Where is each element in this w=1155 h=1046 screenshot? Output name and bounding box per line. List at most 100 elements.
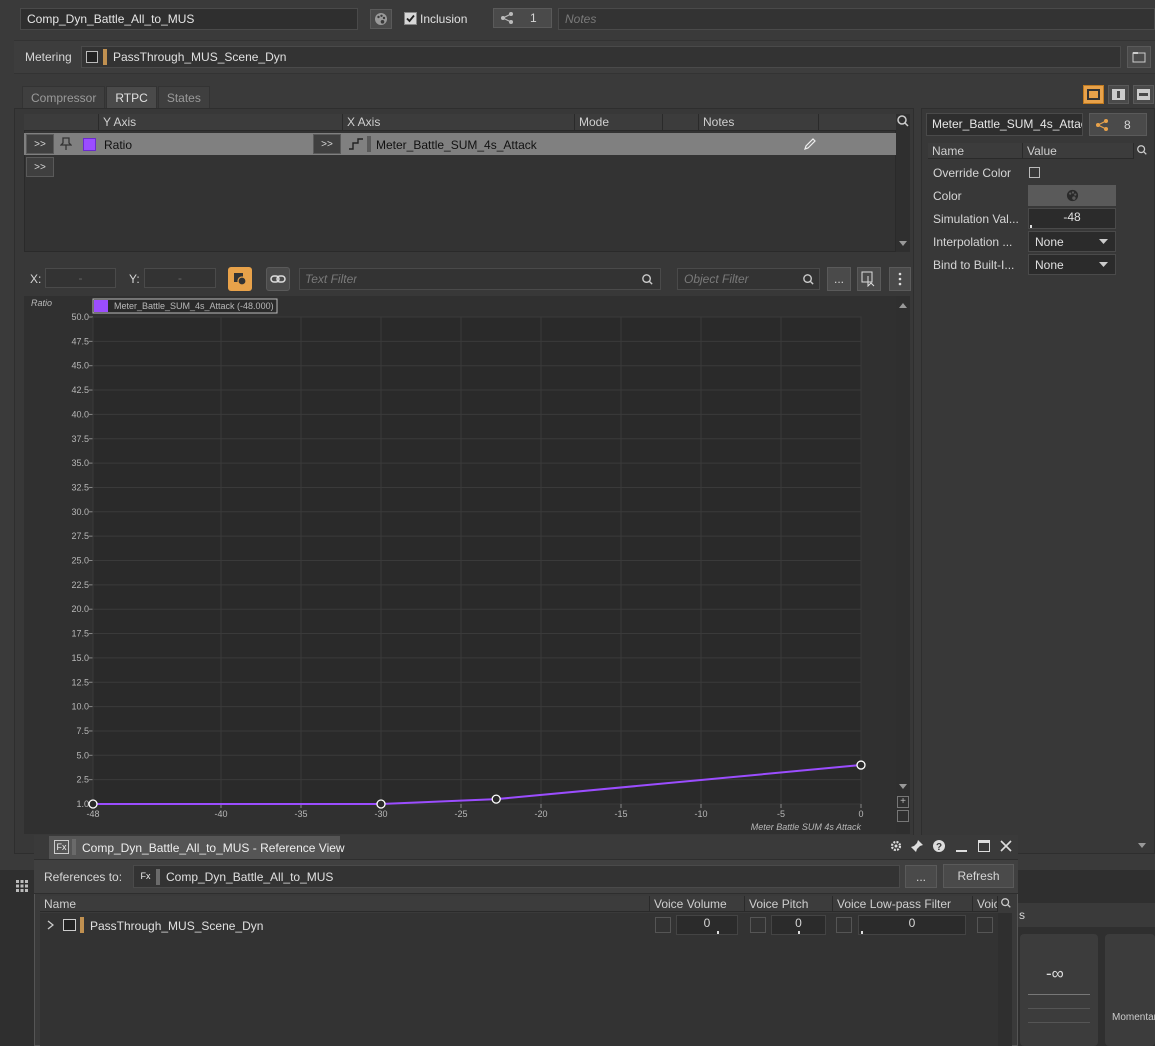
pin-icon[interactable] [60,137,72,151]
override-color-checkbox[interactable] [1029,167,1040,178]
graph-area[interactable]: 50.0 47.5 45.0 42.5 40.0 37.5 35.0 32.5 30.0 27.5… [24,296,896,834]
layout-single-button[interactable] [1083,85,1104,104]
expand-y-button[interactable]: >> [26,134,54,154]
interpolation-dropdown[interactable]: None [1028,231,1116,252]
header-notes[interactable]: Notes [699,114,819,130]
curve-point[interactable] [856,760,866,770]
reference-view-tab[interactable]: Fx Comp_Dyn_Battle_All_to_MUS - Referenc… [49,836,345,859]
y-coord-field[interactable]: - [144,268,216,288]
color-picker-button[interactable] [1028,185,1116,206]
link-icon [270,275,286,283]
zoom-in-icon[interactable]: + [897,796,909,808]
object-filter-input[interactable]: Object Filter [677,268,820,290]
curve-point[interactable] [491,794,501,804]
text-filter-placeholder: Text Filter [305,272,358,286]
header-mode[interactable]: Mode [575,114,663,130]
prop-header-name[interactable]: Name [928,143,1023,158]
lpf-link-icon[interactable] [836,917,852,933]
ref-header-name[interactable]: Name [40,896,650,911]
color-palette-button[interactable] [370,9,392,29]
pitch-link-icon[interactable] [750,917,766,933]
browse-button[interactable] [1127,46,1151,68]
layout-stack-icon [1137,89,1150,100]
snap-toggle-button[interactable] [228,267,252,291]
link-button[interactable] [266,267,290,291]
rtpc-references-button[interactable]: 8 [1089,113,1147,136]
inclusion-checkbox[interactable] [404,12,417,25]
volume-link-icon[interactable] [655,917,671,933]
text-filter-input[interactable]: Text Filter [299,268,661,290]
expand-empty-button[interactable]: >> [26,157,54,177]
reference-scrollbar[interactable] [998,913,1012,1046]
ref-header-voice-cut[interactable]: Voic [973,896,998,911]
tab-states[interactable]: States [157,86,210,108]
simulation-value: -48 [1063,210,1081,224]
references-field[interactable]: Fx Comp_Dyn_Battle_All_to_MUS [133,865,900,888]
x-coord-field[interactable]: - [45,268,116,288]
search-icon[interactable] [896,114,910,128]
y-tick-label: 47.5 [71,336,89,346]
graph-scroll-down-icon[interactable] [898,783,908,791]
y-param-label: Ratio [104,138,133,152]
chevron-right-icon[interactable] [47,920,54,930]
bind-builtin-dropdown[interactable]: None [1028,254,1116,275]
graph-scrollbar[interactable]: + [896,296,910,834]
metering-field[interactable]: PassThrough_MUS_Scene_Dyn [81,46,1121,68]
y-tick-label: 45.0 [71,361,89,371]
voice-lpf-tick [861,931,863,934]
properties-scroll-down-icon[interactable] [1137,842,1147,850]
ref-header-voice-volume[interactable]: Voice Volume [650,896,745,911]
zoom-out-icon[interactable] [897,810,909,822]
layout-split-icon [1112,89,1125,100]
share-icon [501,12,513,24]
voice-cut-link-icon[interactable] [977,917,993,933]
help-icon[interactable]: ? [932,839,946,853]
layout-split-button[interactable] [1108,85,1129,104]
x-tick-label: -40 [214,809,227,819]
rtpc-table-scrollbar[interactable] [896,114,910,252]
voice-lpf-slider[interactable]: 0 [858,915,966,935]
properties-search-icon[interactable] [1136,144,1148,156]
ref-header-voice-lpf[interactable]: Voice Low-pass Filter [833,896,973,911]
graph-view-button[interactable] [857,267,881,291]
ref-header-voice-pitch[interactable]: Voice Pitch [745,896,833,911]
settings-gear-icon[interactable] [889,839,903,853]
share-button[interactable]: 1 [493,8,552,28]
maximize-icon[interactable] [978,840,990,852]
simulation-value-slider[interactable]: -48 [1028,208,1116,229]
background-tab-label[interactable]: s [1019,908,1025,922]
tab-compressor[interactable]: Compressor [22,86,106,108]
graph-options-button[interactable] [889,267,911,291]
edit-notes-icon[interactable] [803,137,817,151]
pin-window-icon[interactable] [910,839,924,853]
curve-point[interactable] [88,799,98,809]
header-x-axis[interactable]: X Axis [343,114,575,130]
expand-x-button[interactable]: >> [313,134,341,154]
rtpc-graph[interactable]: 50.0 47.5 45.0 42.5 40.0 37.5 35.0 32.5 30.0 27.5… [24,296,896,834]
object-name-field[interactable]: Comp_Dyn_Battle_All_to_MUS [20,8,358,30]
reference-search-icon[interactable] [1000,897,1012,909]
minimize-icon[interactable] [956,850,967,852]
references-label: References to: [44,870,123,884]
refresh-button[interactable]: Refresh [943,864,1014,888]
close-icon[interactable] [1000,840,1012,852]
snap-icon [234,273,247,286]
graph-scroll-up-icon[interactable] [898,301,908,309]
metering-value: PassThrough_MUS_Scene_Dyn [113,50,287,64]
voice-volume-slider[interactable]: 0 [676,915,738,935]
y-tick-label: 25.0 [71,556,89,566]
legend-swatch [94,300,108,312]
layout-stack-button[interactable] [1133,85,1154,104]
voice-pitch-slider[interactable]: 0 [771,915,826,935]
tab-rtpc[interactable]: RTPC [106,86,157,108]
scroll-down-icon[interactable] [898,240,908,248]
rtpc-name-field[interactable]: Meter_Battle_SUM_4s_Attac [926,113,1083,136]
effect-color-tag [72,839,76,855]
curve-point[interactable] [376,799,386,809]
references-browse-button[interactable]: ... [905,865,937,888]
prop-header-value[interactable]: Value [1023,143,1134,158]
notes-field[interactable]: Notes [558,8,1155,30]
filter-more-button[interactable]: ... [827,267,851,291]
grid-icon[interactable] [16,880,28,892]
header-y-axis[interactable]: Y Axis [99,114,343,130]
